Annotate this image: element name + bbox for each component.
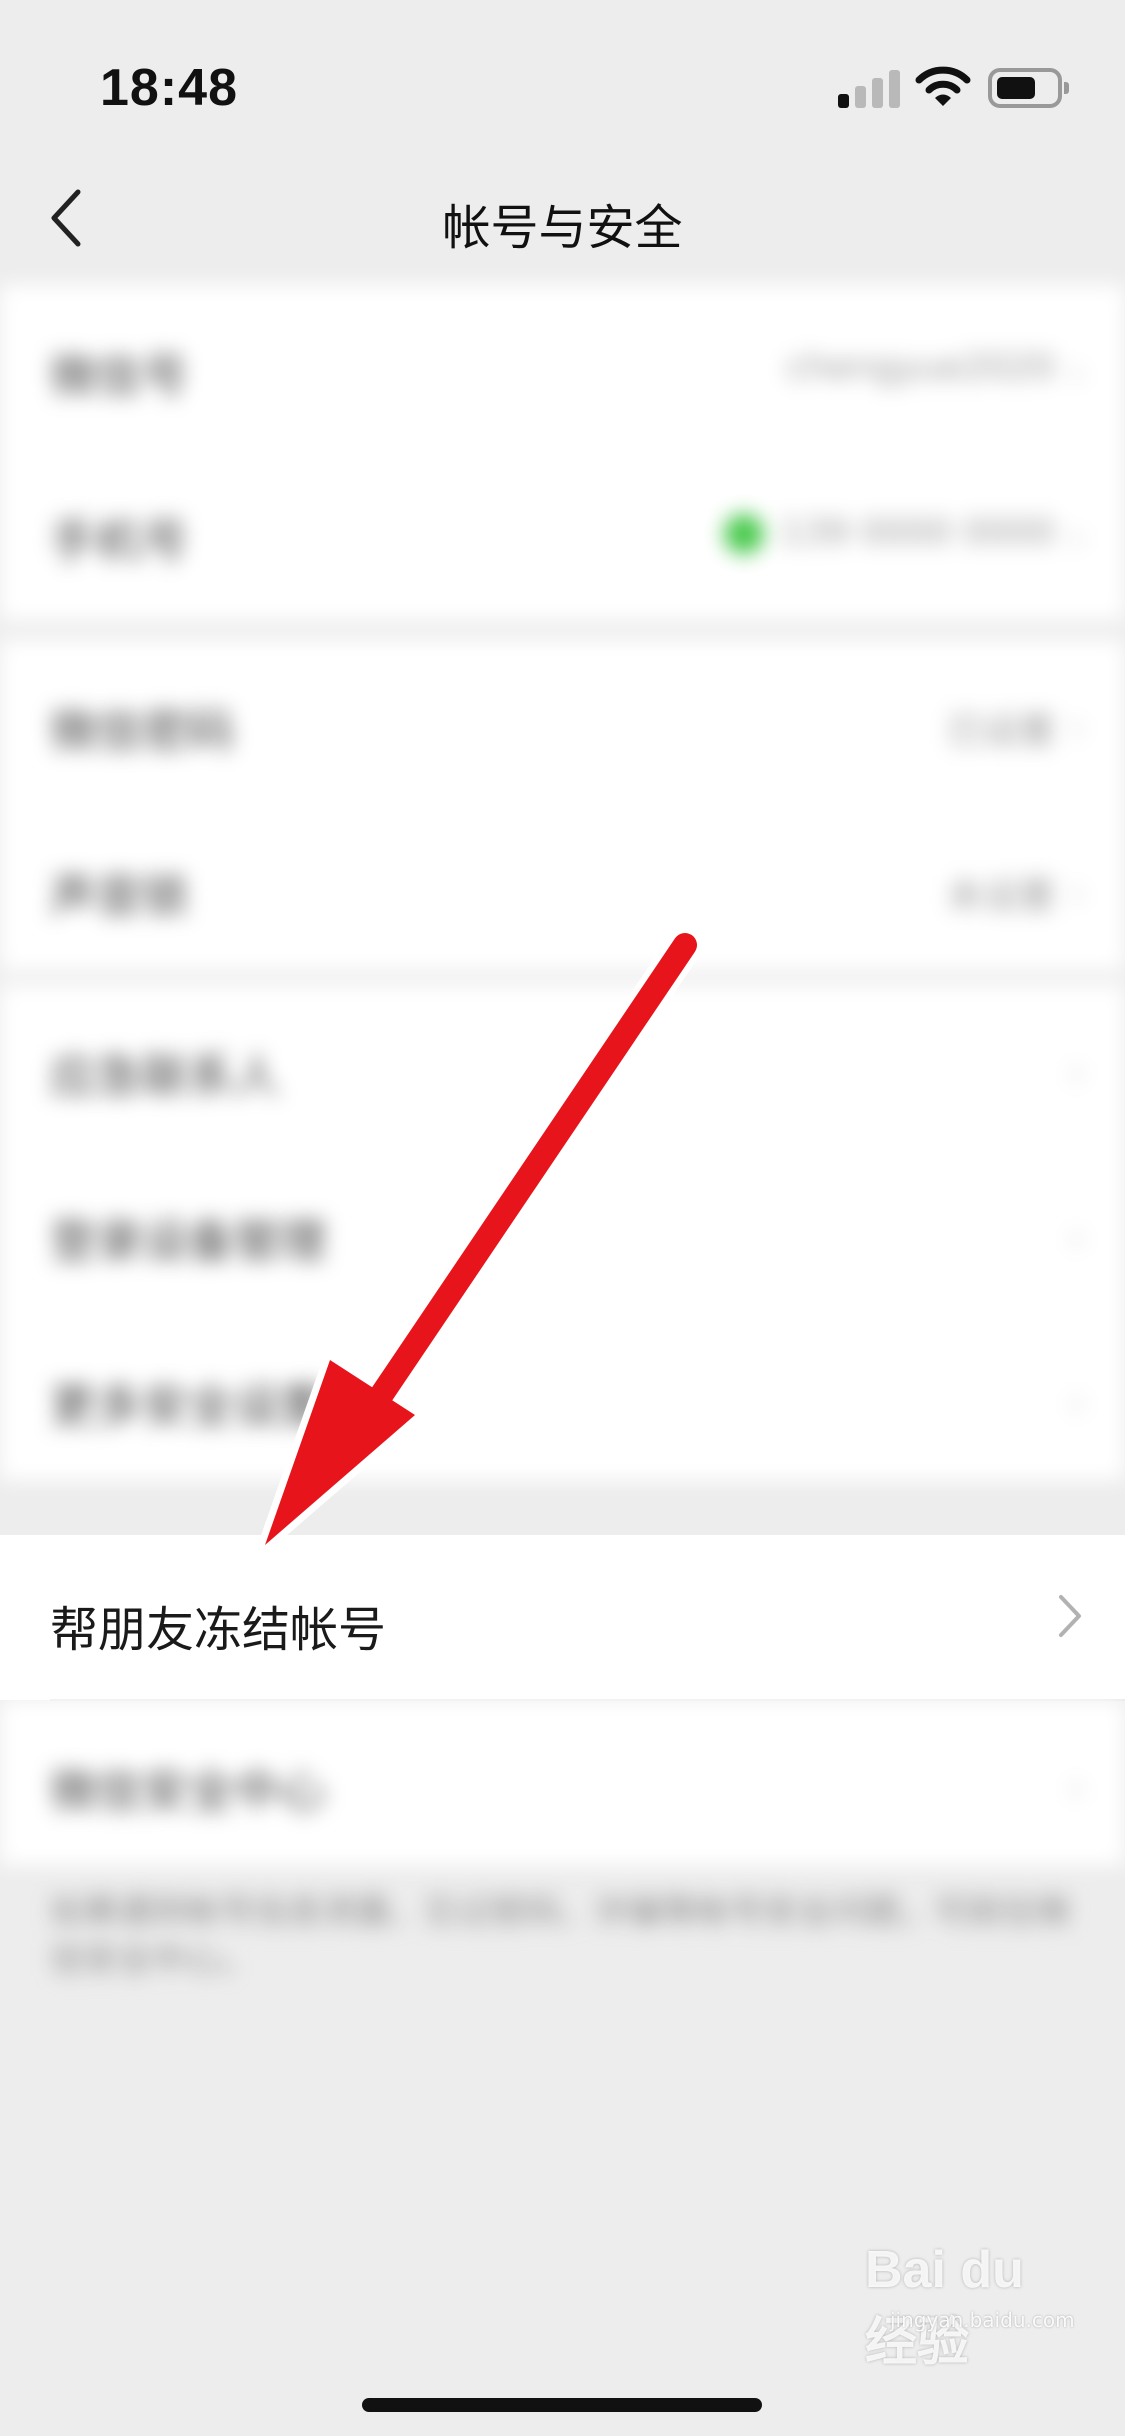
- chevron-right-icon: ›: [1069, 705, 1085, 751]
- row-label: 帮朋友冻结帐号: [50, 1602, 387, 1658]
- signal-icon: [838, 68, 902, 108]
- settings-row-freeze-friend-account[interactable]: 帮朋友冻结帐号: [0, 1535, 1125, 1700]
- nav-bar: 帐号与安全: [0, 150, 1125, 285]
- row-label: 登录设备管理: [50, 1214, 326, 1268]
- row-label: 更多安全设置: [50, 1379, 326, 1433]
- page-title: 帐号与安全: [442, 200, 683, 256]
- baidu-watermark: Bai du 经验 jingyan.baidu.com: [860, 2230, 1075, 2372]
- chevron-right-icon: ›: [1069, 1215, 1085, 1261]
- chevron-right-icon: ›: [1069, 350, 1085, 396]
- footnote-text: 如果遇到帐号信息泄露、忘记密码、诈骗等帐号安全问题，可前往微信安全中心。: [50, 1892, 1070, 1980]
- status-time: 18:48: [100, 59, 238, 117]
- settings-row-more-security[interactable]: 更多安全设置 ›: [0, 1315, 1125, 1480]
- wifi-icon: [915, 66, 971, 106]
- status-bar: 18:48: [0, 0, 1125, 150]
- row-label: 微信安全中心: [50, 1764, 326, 1818]
- chevron-right-icon: ›: [1069, 1380, 1085, 1426]
- row-label: 微信密码: [50, 704, 234, 758]
- chevron-right-icon: ›: [1069, 870, 1085, 916]
- chevron-right-icon: [1059, 1595, 1081, 1637]
- settings-group-2: 微信密码 已设置 › 声音锁 未设置 ›: [0, 640, 1125, 970]
- verified-icon: [724, 514, 765, 554]
- settings-group-1: 微信号 chengyue2020 › 手机号 139 0000 0000 ›: [0, 285, 1125, 620]
- row-label: 声音锁: [50, 869, 188, 923]
- settings-row-device-management[interactable]: 登录设备管理 ›: [0, 1150, 1125, 1315]
- blurred-settings: 微信号 chengyue2020 › 手机号 139 0000 0000 › 微…: [0, 285, 1125, 1535]
- chevron-right-icon: ›: [1069, 1765, 1085, 1811]
- battery-icon: [988, 68, 1069, 108]
- settings-group-3: 应急联系人 › 登录设备管理 › 更多安全设置 ›: [0, 985, 1125, 1480]
- row-label: 微信号: [50, 349, 188, 403]
- settings-row-wechat-id[interactable]: 微信号 chengyue2020 ›: [0, 285, 1125, 450]
- blurred-settings-lower: 微信安全中心 › 如果遇到帐号信息泄露、忘记密码、诈骗等帐号安全问题，可前往微信…: [0, 1700, 1125, 2020]
- settings-row-password[interactable]: 微信密码 已设置 ›: [0, 640, 1125, 805]
- row-label: 应急联系人: [50, 1049, 280, 1103]
- watermark-url: jingyan.baidu.com: [890, 2308, 1075, 2332]
- row-value-text: 139 0000 0000: [780, 512, 1055, 553]
- row-value: 已设置: [946, 711, 1055, 752]
- settings-row-voice-lock[interactable]: 声音锁 未设置 ›: [0, 805, 1125, 970]
- chevron-right-icon: ›: [1069, 515, 1085, 561]
- row-value: chengyue2020: [786, 347, 1055, 388]
- row-value: 未设置: [946, 876, 1055, 917]
- settings-row-emergency-contact[interactable]: 应急联系人 ›: [0, 985, 1125, 1150]
- row-label: 手机号: [50, 514, 188, 568]
- row-value: 139 0000 0000: [724, 512, 1055, 554]
- settings-row-phone[interactable]: 手机号 139 0000 0000 ›: [0, 450, 1125, 615]
- home-indicator[interactable]: [362, 2398, 762, 2412]
- chevron-right-icon: ›: [1069, 1050, 1085, 1096]
- settings-row-security-center[interactable]: 微信安全中心 ›: [0, 1700, 1125, 1865]
